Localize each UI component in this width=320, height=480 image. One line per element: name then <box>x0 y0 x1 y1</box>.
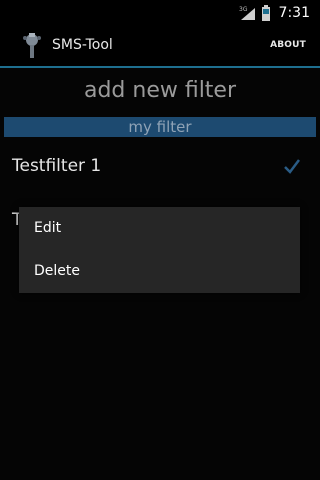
menu-item-edit[interactable]: Edit <box>19 207 300 250</box>
menu-item-label: Edit <box>34 220 62 236</box>
status-time: 7:31 <box>278 5 310 21</box>
screen: 3G 7:31 SMS-Tool ABOUT add new filter my… <box>0 0 320 480</box>
battery-icon <box>261 5 270 21</box>
menu-item-label: Delete <box>34 263 80 279</box>
status-bar: 3G 7:31 <box>0 0 320 26</box>
filter-row[interactable]: Testfilter 1 <box>0 148 320 188</box>
action-bar-divider <box>0 66 320 68</box>
about-button[interactable]: ABOUT <box>270 40 306 50</box>
section-header: my filter <box>4 117 316 137</box>
signal-icon: 3G <box>239 6 255 20</box>
app-logo-icon[interactable] <box>20 31 44 59</box>
action-bar: SMS-Tool ABOUT <box>0 26 320 66</box>
status-indicators: 3G 7:31 <box>239 4 310 22</box>
add-filter-button[interactable]: add new filter <box>0 78 320 103</box>
network-type-label: 3G <box>239 6 248 13</box>
check-icon[interactable] <box>282 156 302 176</box>
section-header-label: my filter <box>128 118 192 136</box>
filter-name: Testfilter 1 <box>12 156 102 176</box>
app-title: SMS-Tool <box>52 37 113 53</box>
context-menu: Edit Delete <box>19 207 300 293</box>
menu-item-delete[interactable]: Delete <box>19 250 300 293</box>
